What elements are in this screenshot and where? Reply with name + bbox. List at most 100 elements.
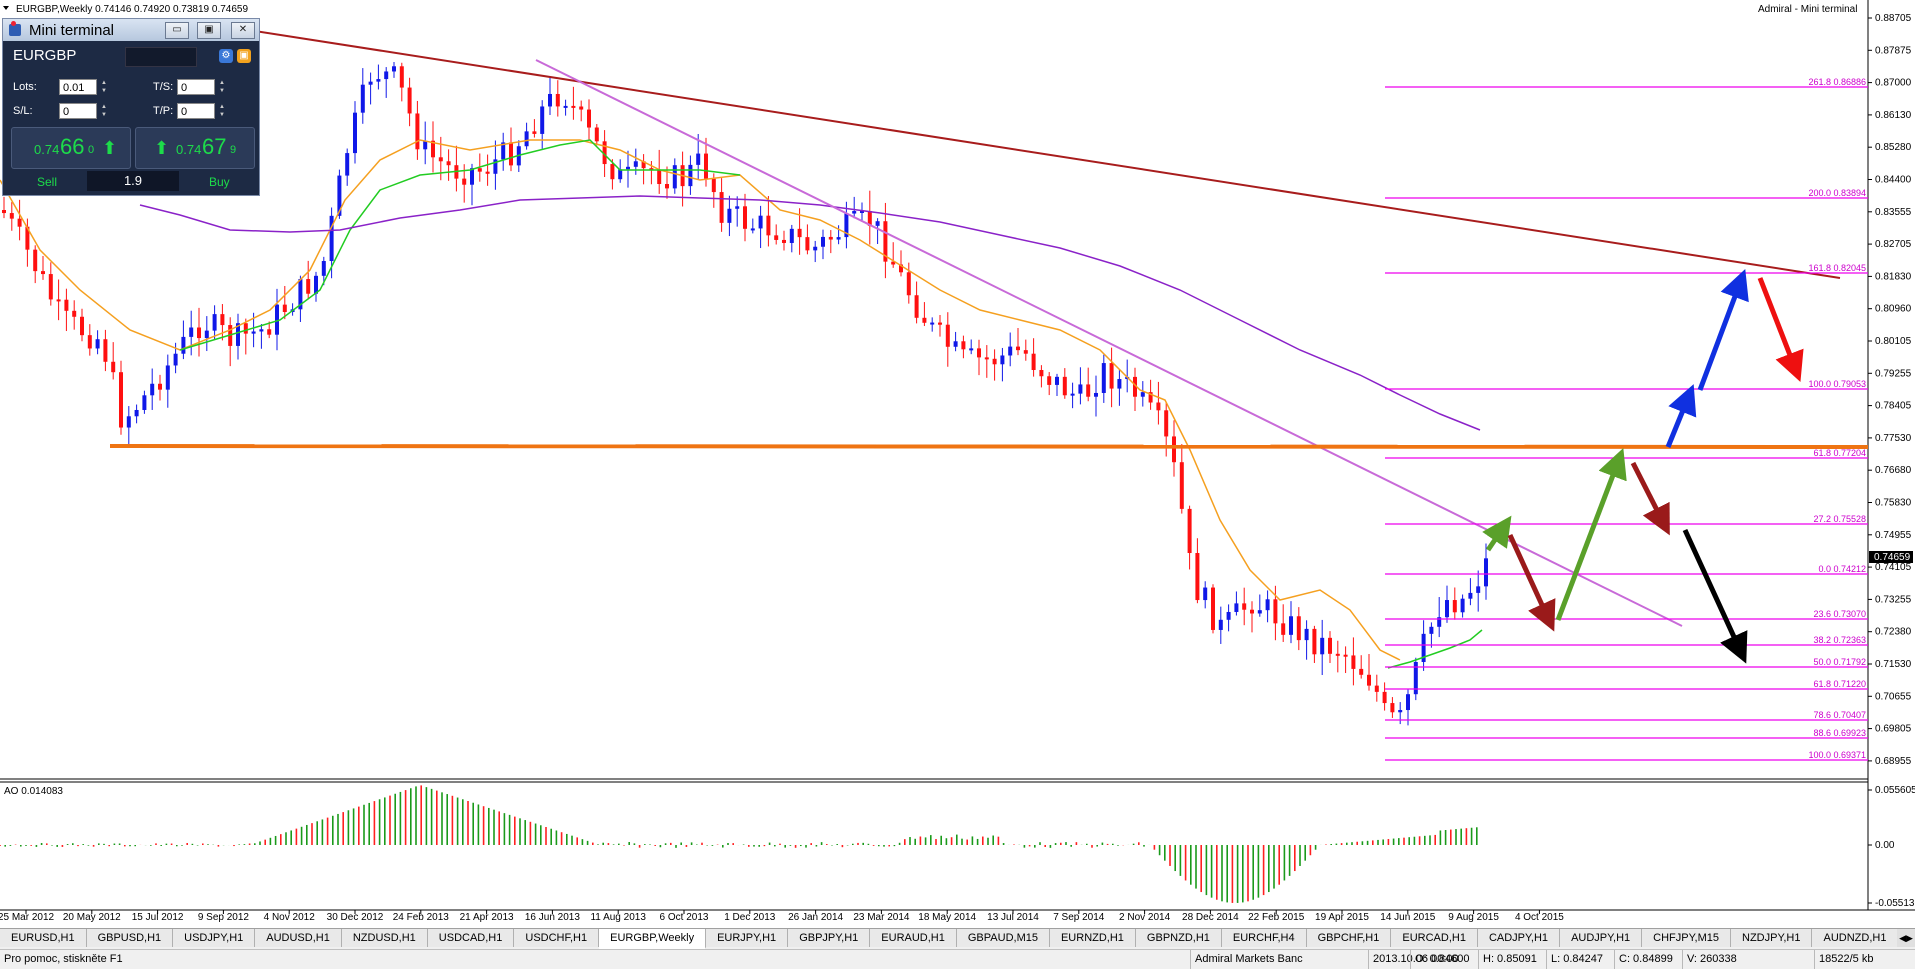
buy-button-label[interactable]: Buy	[209, 175, 230, 189]
candle-body	[158, 383, 162, 390]
candle-body	[1062, 376, 1067, 396]
tab-gbpnzd-h1[interactable]: GBPNZD,H1	[1135, 929, 1222, 947]
time-axis-label: 2 Nov 2014	[1119, 912, 1171, 923]
sl-input[interactable]: 0	[59, 103, 97, 119]
candle-body	[1203, 587, 1208, 601]
price-axis-label: 0.83555	[1875, 207, 1912, 218]
sell-price-button[interactable]: 0.74 66 0 ⬆	[11, 127, 131, 169]
ao-axis-label: 0.055605	[1875, 785, 1915, 796]
time-axis-label: 4 Oct 2015	[1515, 912, 1564, 923]
tab-nzdjpy-h1[interactable]: NZDJPY,H1	[1731, 929, 1813, 947]
buy-price-fraction: 9	[230, 144, 237, 156]
buy-price-button[interactable]: ⬆ 0.74 67 9	[135, 127, 255, 169]
candle-body	[399, 66, 404, 88]
tab-usdchf-h1[interactable]: USDCHF,H1	[514, 929, 600, 947]
candle-body	[1234, 603, 1239, 612]
symbol-selector[interactable]	[125, 47, 197, 67]
candle-body	[119, 372, 123, 428]
tab-audnzd-h1[interactable]: AUDNZD,H1	[1812, 929, 1899, 947]
price-axis-label: 0.80960	[1875, 304, 1912, 315]
candle-body	[563, 105, 568, 108]
mini-terminal-window[interactable]: Mini terminal ▭ ▣ ✕ EURGBP ⚙ ▣ Lots: 0.0…	[2, 18, 260, 196]
candle-body	[1452, 600, 1457, 613]
tab-euraud-h1[interactable]: EURAUD,H1	[870, 929, 957, 947]
fib-level-label: 100.0 0.69371	[1808, 750, 1866, 760]
tab-gbpjpy-h1[interactable]: GBPJPY,H1	[788, 929, 871, 947]
candle-body	[984, 357, 989, 360]
tab-nzdusd-h1[interactable]: NZDUSD,H1	[341, 929, 428, 947]
gear-icon[interactable]: ⚙	[219, 49, 233, 63]
candle-body	[548, 93, 552, 107]
sl-stepper[interactable]: ▲ ▼	[99, 103, 109, 119]
fib-level-label: 38.2 0.72363	[1813, 635, 1866, 645]
time-axis-label: 7 Sep 2014	[1053, 912, 1105, 923]
fib-level-label: 261.8 0.86886	[1808, 77, 1866, 87]
candle-body	[758, 215, 763, 229]
candle-body	[813, 246, 818, 251]
ao-axis-label: -0.055138	[1875, 898, 1915, 909]
candle-body	[906, 272, 911, 296]
status-bar: Pro pomoc, stiskněte F1 Admiral Markets …	[0, 949, 1915, 969]
tab-gbpchf-h1[interactable]: GBPCHF,H1	[1306, 929, 1392, 947]
chart-symbol-info: EURGBP,Weekly 0.74146 0.74920 0.73819 0.…	[16, 4, 248, 15]
lots-input[interactable]: 0.01	[59, 79, 97, 95]
ts-input[interactable]: 0	[177, 79, 215, 95]
tab-eurnzd-h1[interactable]: EURNZD,H1	[1049, 929, 1136, 947]
candle-body	[805, 237, 810, 251]
tp-input[interactable]: 0	[177, 103, 215, 119]
tab-gbpusd-h1[interactable]: GBPUSD,H1	[86, 929, 174, 947]
price-axis-label: 0.72380	[1875, 627, 1912, 638]
candle-body	[485, 171, 490, 174]
candle-body	[789, 228, 794, 243]
candle-body	[750, 228, 755, 231]
candle-body	[1304, 628, 1309, 641]
candle-body	[1187, 508, 1192, 554]
tabs-scroll-button[interactable]: ◀▶	[1897, 929, 1915, 947]
ts-stepper[interactable]: ▲ ▼	[217, 79, 227, 95]
time-axis-label: 26 Jan 2014	[788, 912, 843, 923]
candle-body	[696, 153, 701, 165]
candle-body	[181, 336, 186, 354]
candle-body	[80, 316, 84, 336]
tab-eurusd-h1[interactable]: EURUSD,H1	[0, 929, 87, 947]
tab-gbpaud-m15[interactable]: GBPAUD,M15	[956, 929, 1050, 947]
candle-body	[727, 208, 732, 223]
price-axis-label: 0.81830	[1875, 271, 1912, 282]
candle-body	[555, 93, 560, 107]
price-chart[interactable]: 261.8 0.86886 200.0 0.83894 161.8 0.82045 1…	[0, 0, 1915, 968]
close-button[interactable]: ✕	[231, 22, 255, 39]
tp-stepper[interactable]: ▲ ▼	[217, 103, 227, 119]
tab-audjpy-h1[interactable]: AUDJPY,H1	[1560, 929, 1643, 947]
maximize-button[interactable]: ▣	[197, 22, 221, 39]
price-axis-label: 0.85280	[1875, 142, 1912, 153]
tab-eurgbp-weekly[interactable]: EURGBP,Weekly	[599, 929, 707, 949]
candle-body	[766, 215, 771, 236]
candle-body	[150, 383, 155, 396]
lock-icon[interactable]: ▣	[237, 49, 251, 63]
candle-body	[1328, 637, 1332, 654]
support-line[interactable]	[109, 444, 1869, 449]
candle-body	[1101, 363, 1106, 393]
candle-body	[462, 178, 467, 185]
candle-body	[821, 236, 825, 247]
tab-eurcad-h1[interactable]: EURCAD,H1	[1391, 929, 1478, 947]
mini-terminal-titlebar[interactable]: Mini terminal ▭ ▣ ✕	[3, 19, 259, 41]
candle-body	[1476, 586, 1481, 593]
tab-eurjpy-h1[interactable]: EURJPY,H1	[706, 929, 789, 947]
tab-audusd-h1[interactable]: AUDUSD,H1	[255, 929, 342, 947]
tab-usdcad-h1[interactable]: USDCAD,H1	[427, 929, 515, 947]
tab-cadjpy-h1[interactable]: CADJPY,H1	[1477, 929, 1561, 947]
fib-level-label: 23.6 0.73070	[1813, 609, 1866, 619]
tab-chfjpy-m15[interactable]: CHFJPY,M15	[1642, 929, 1731, 947]
ao-axis-label: 0.00	[1875, 840, 1895, 851]
candle-body	[797, 228, 802, 238]
candle-body	[1164, 410, 1169, 437]
tab-eurchf-h4[interactable]: EURCHF,H4	[1221, 929, 1307, 947]
minimize-button[interactable]: ▭	[165, 22, 189, 39]
candle-body	[2, 210, 6, 214]
lots-stepper[interactable]: ▲ ▼	[99, 79, 109, 95]
candle-body	[368, 81, 373, 85]
lots-label: Lots:	[13, 81, 37, 93]
sell-button-label[interactable]: Sell	[37, 175, 57, 189]
tab-usdjpy-h1[interactable]: USDJPY,H1	[173, 929, 256, 947]
